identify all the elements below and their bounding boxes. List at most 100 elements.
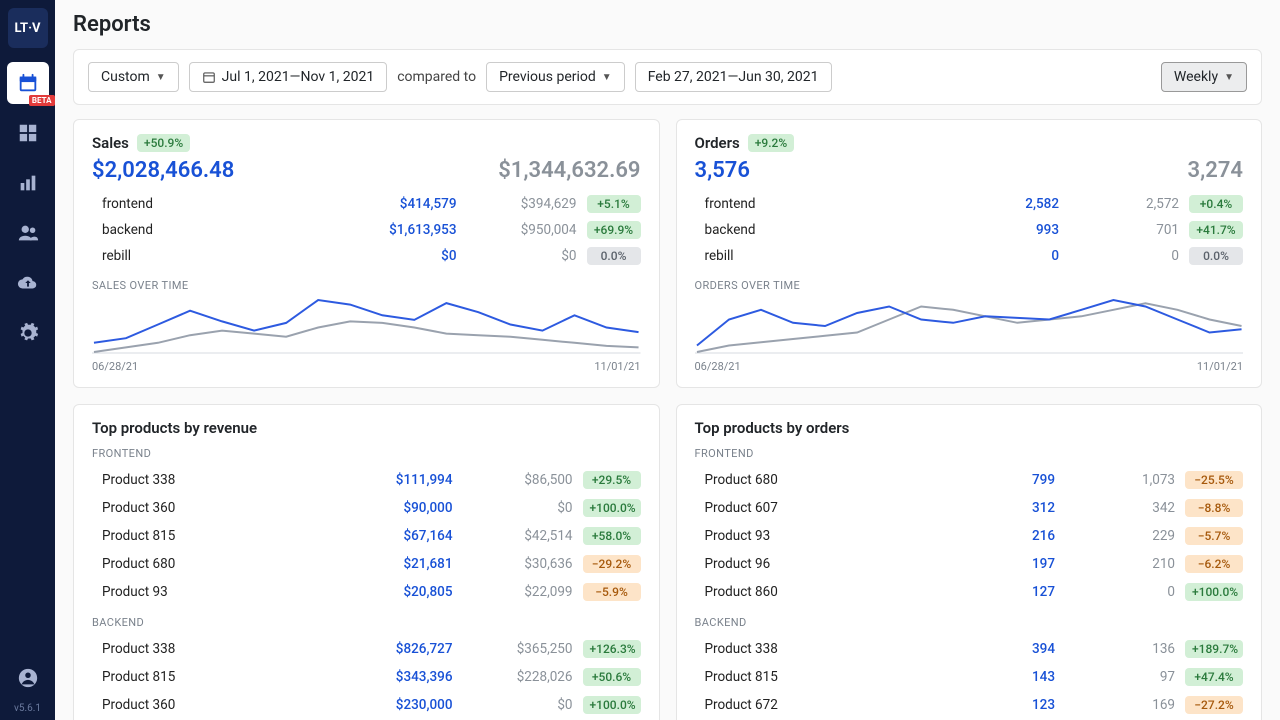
nav-customers[interactable] xyxy=(7,212,49,254)
row-delta-badge: −5.9% xyxy=(583,583,641,601)
granularity-select[interactable]: Weekly▼ xyxy=(1161,62,1247,92)
row-previous: 0 xyxy=(1055,584,1175,600)
row-previous: $0 xyxy=(453,500,573,516)
top-revenue-title: Top products by revenue xyxy=(92,419,641,437)
row-name: Product 607 xyxy=(705,500,936,516)
row-name: Product 93 xyxy=(705,528,936,544)
compare-mode-select[interactable]: Previous period▼ xyxy=(486,62,625,92)
row-current: 799 xyxy=(935,472,1055,488)
table-row: Product 93 $20,805 $22,099 −5.9% xyxy=(92,578,641,606)
chevron-down-icon: ▼ xyxy=(156,72,166,83)
row-delta-badge: +5.1% xyxy=(587,195,641,213)
nav-reports[interactable]: BETA xyxy=(7,62,49,104)
chevron-down-icon: ▼ xyxy=(602,72,612,83)
row-current: $90,000 xyxy=(333,500,453,516)
row-delta-badge: 0.0% xyxy=(587,247,641,265)
row-current: 2,582 xyxy=(939,196,1059,212)
row-name: Product 672 xyxy=(705,697,936,713)
row-current: $67,164 xyxy=(333,528,453,544)
sales-previous: $1,344,632.69 xyxy=(498,158,640,183)
row-name: backend xyxy=(705,222,940,238)
calendar-icon xyxy=(202,70,216,84)
group-header: BACKEND xyxy=(92,616,641,629)
row-previous: 169 xyxy=(1055,697,1175,713)
top-orders-title: Top products by orders xyxy=(695,419,1244,437)
row-current: 143 xyxy=(935,669,1055,685)
row-name: Product 360 xyxy=(102,500,333,516)
top-orders-card: Top products by orders FRONTEND Product … xyxy=(676,404,1263,720)
table-row: Product 338 $111,994 $86,500 +29.5% xyxy=(92,466,641,494)
row-current: $20,805 xyxy=(333,584,453,600)
row-previous: $42,514 xyxy=(453,528,573,544)
row-previous: 136 xyxy=(1055,641,1175,657)
row-previous: $22,099 xyxy=(453,584,573,600)
row-name: Product 338 xyxy=(102,472,333,488)
row-delta-badge: +41.7% xyxy=(1189,221,1243,239)
group-header: FRONTEND xyxy=(695,447,1244,460)
table-row: Product 815 $343,396 $228,026 +50.6% xyxy=(92,663,641,691)
orders-card: Orders +9.2% 3,576 3,274 frontend 2,582 … xyxy=(676,119,1263,388)
nav-dashboard[interactable] xyxy=(7,112,49,154)
orders-current: 3,576 xyxy=(695,158,750,183)
row-previous: $365,250 xyxy=(453,641,573,657)
version-label: v5.6.1 xyxy=(14,703,41,714)
orders-chart: 06/28/2111/01/21 xyxy=(695,298,1244,373)
row-delta-badge: +69.9% xyxy=(587,221,641,239)
row-previous: 229 xyxy=(1055,528,1175,544)
row-previous: $950,004 xyxy=(457,222,577,238)
row-previous: 1,073 xyxy=(1055,472,1175,488)
table-row: rebill $0 $0 0.0% xyxy=(92,243,641,269)
row-previous: $0 xyxy=(457,248,577,264)
row-delta-badge: −25.5% xyxy=(1185,471,1243,489)
table-row: Product 360 $90,000 $0 +100.0% xyxy=(92,494,641,522)
compared-to-label: compared to xyxy=(397,69,476,85)
row-name: Product 680 xyxy=(102,556,333,572)
row-previous: $394,629 xyxy=(457,196,577,212)
row-current: $111,994 xyxy=(333,472,453,488)
sales-delta-badge: +50.9% xyxy=(137,134,190,152)
range-mode-select[interactable]: Custom▼ xyxy=(88,62,179,92)
nav-analytics[interactable] xyxy=(7,162,49,204)
table-row: rebill 0 0 0.0% xyxy=(695,243,1244,269)
compare-range-picker[interactable]: Feb 27, 2021—Jun 30, 2021 xyxy=(635,62,832,92)
row-delta-badge: −5.7% xyxy=(1185,527,1243,545)
row-previous: $0 xyxy=(453,697,573,713)
row-name: rebill xyxy=(102,248,337,264)
row-current: $230,000 xyxy=(333,697,453,713)
row-delta-badge: −29.2% xyxy=(583,555,641,573)
grid-icon xyxy=(17,122,39,144)
row-current: $414,579 xyxy=(337,196,457,212)
orders-delta-badge: +9.2% xyxy=(748,134,794,152)
orders-previous: 3,274 xyxy=(1188,158,1243,183)
table-row: Product 96 197 210 −6.2% xyxy=(695,550,1244,578)
nav-settings[interactable] xyxy=(7,312,49,354)
row-current: 197 xyxy=(935,556,1055,572)
sales-chart-label: SALES OVER TIME xyxy=(92,279,641,292)
group-header: FRONTEND xyxy=(92,447,641,460)
row-name: Product 96 xyxy=(705,556,936,572)
row-name: Product 93 xyxy=(102,584,333,600)
row-name: Product 815 xyxy=(705,669,936,685)
filter-bar: Custom▼ Jul 1, 2021—Nov 1, 2021 compared… xyxy=(73,49,1262,105)
calendar-icon xyxy=(17,72,39,94)
orders-title: Orders xyxy=(695,134,740,152)
user-circle-icon xyxy=(17,667,39,689)
row-delta-badge: −8.8% xyxy=(1185,499,1243,517)
row-current: $0 xyxy=(337,248,457,264)
chart-icon xyxy=(17,172,39,194)
row-current: $826,727 xyxy=(333,641,453,657)
row-current: 312 xyxy=(935,500,1055,516)
date-range-picker[interactable]: Jul 1, 2021—Nov 1, 2021 xyxy=(189,62,388,92)
people-icon xyxy=(17,222,39,244)
nav-account[interactable] xyxy=(7,657,49,699)
table-row: Product 860 127 0 +100.0% xyxy=(695,578,1244,606)
table-row: Product 815 $67,164 $42,514 +58.0% xyxy=(92,522,641,550)
row-name: Product 338 xyxy=(705,641,936,657)
cloud-upload-icon xyxy=(17,272,39,294)
logo: LT·V xyxy=(8,8,48,48)
row-delta-badge: +100.0% xyxy=(1185,583,1243,601)
row-delta-badge: 0.0% xyxy=(1189,247,1243,265)
row-delta-badge: +100.0% xyxy=(583,499,641,517)
chevron-down-icon: ▼ xyxy=(1224,72,1234,83)
nav-upload[interactable] xyxy=(7,262,49,304)
